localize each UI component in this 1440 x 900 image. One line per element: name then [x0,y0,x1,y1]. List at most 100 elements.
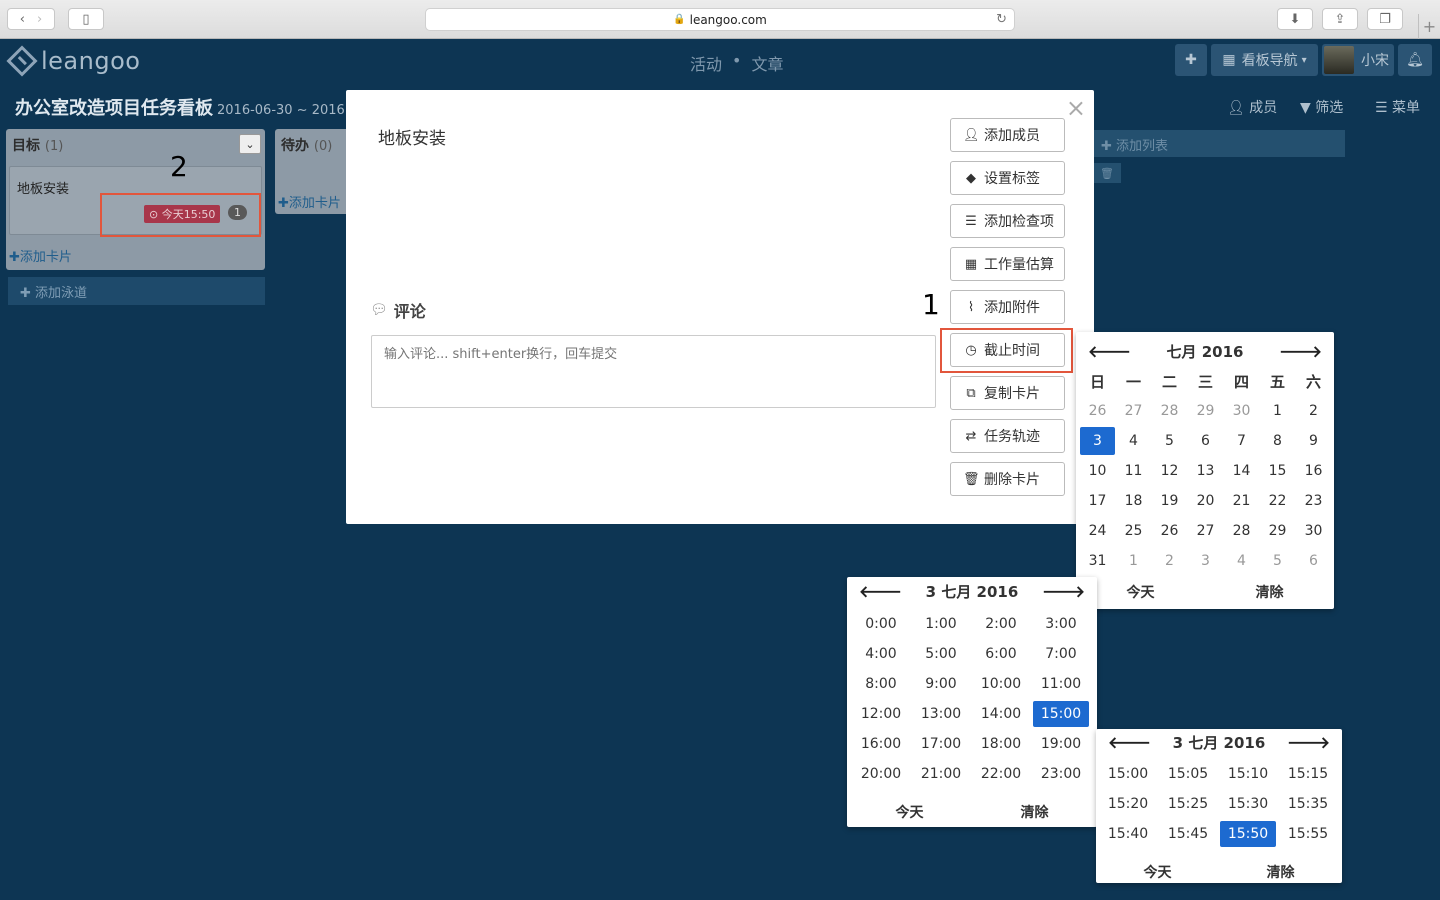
trash-icon[interactable]: 🗑︎ [1093,163,1121,183]
add-card-button[interactable]: ✚添加卡片 [9,246,72,265]
tabs-button[interactable]: ❐ [1367,8,1403,30]
day-cell[interactable]: 5 [1152,427,1187,455]
add-checklist-button[interactable]: ☰ 添加检查项 [950,204,1065,238]
add-list-button[interactable]: ✚ 添加列表 [1093,130,1345,157]
minute-cell[interactable]: 15:40 [1100,821,1156,847]
day-cell[interactable]: 6 [1188,427,1223,455]
add-lane-button[interactable]: ✚ 添加泳道 [8,277,265,305]
hour-cell[interactable]: 5:00 [913,641,969,667]
hour-cell[interactable]: 19:00 [1033,731,1089,757]
day-cell[interactable]: 17 [1080,487,1115,515]
add-attachment-button[interactable]: ⌇ 添加附件 [950,290,1065,324]
prev-day-icon[interactable]: 🡐 [859,581,902,601]
hour-cell[interactable]: 10:00 [973,671,1029,697]
minute-cell[interactable]: 15:55 [1280,821,1336,847]
hour-cell[interactable]: 2:00 [973,611,1029,637]
address-bar[interactable]: 🔒 leangoo.com ↻ [425,8,1015,31]
filter-button[interactable]: ▼ 筛选 [1300,97,1343,117]
minute-picker-title[interactable]: 3 七月 2016 [1173,732,1266,753]
prev-hour-icon[interactable]: 🡐 [1108,732,1151,752]
day-cell[interactable]: 27 [1116,397,1151,425]
day-cell[interactable]: 3 [1080,427,1115,455]
hour-cell[interactable]: 9:00 [913,671,969,697]
prev-month-icon[interactable]: 🡐 [1088,341,1131,361]
user-menu[interactable]: 小宋 [1322,44,1394,76]
notifications-button[interactable]: 🔔︎ [1398,44,1432,76]
day-cell[interactable]: 18 [1116,487,1151,515]
clear-button[interactable]: 清除 [1219,862,1342,882]
minute-cell[interactable]: 15:00 [1100,761,1156,787]
today-button[interactable]: 今天 [847,802,972,822]
task-track-button[interactable]: ⇄ 任务轨迹 [950,419,1065,453]
day-cell[interactable]: 16 [1296,457,1331,485]
day-cell[interactable]: 6 [1296,547,1331,575]
hour-picker-title[interactable]: 3 七月 2016 [926,581,1019,602]
next-month-icon[interactable]: 🡒 [1279,341,1322,361]
hour-cell[interactable]: 7:00 [1033,641,1089,667]
day-cell[interactable]: 28 [1224,517,1259,545]
day-cell[interactable]: 23 [1296,487,1331,515]
clear-button[interactable]: 清除 [1205,582,1334,602]
downloads-button[interactable]: ⬇ [1277,8,1313,30]
hour-cell[interactable]: 4:00 [853,641,909,667]
minute-cell[interactable]: 15:20 [1100,791,1156,817]
clear-button[interactable]: 清除 [972,802,1097,822]
next-hour-icon[interactable]: 🡒 [1287,732,1330,752]
day-cell[interactable]: 1 [1260,397,1295,425]
day-cell[interactable]: 8 [1260,427,1295,455]
day-cell[interactable]: 29 [1188,397,1223,425]
day-cell[interactable]: 31 [1080,547,1115,575]
menu-button[interactable]: ☰ 菜单 [1375,97,1420,117]
day-cell[interactable]: 21 [1224,487,1259,515]
hour-cell[interactable]: 22:00 [973,761,1029,787]
day-cell[interactable]: 24 [1080,517,1115,545]
share-button[interactable]: ⇪ [1322,8,1358,30]
day-cell[interactable]: 26 [1080,397,1115,425]
hour-cell[interactable]: 23:00 [1033,761,1089,787]
hour-cell[interactable]: 3:00 [1033,611,1089,637]
day-cell[interactable]: 7 [1224,427,1259,455]
nav-articles[interactable]: 文章 [751,51,783,75]
day-cell[interactable]: 11 [1116,457,1151,485]
date-picker-title[interactable]: 七月 2016 [1167,341,1244,362]
minute-cell[interactable]: 15:35 [1280,791,1336,817]
day-cell[interactable]: 28 [1152,397,1187,425]
day-cell[interactable]: 26 [1152,517,1187,545]
forward-icon[interactable]: › [37,12,42,27]
minute-cell[interactable]: 15:50 [1220,821,1276,847]
hour-cell[interactable]: 14:00 [973,701,1029,727]
minute-cell[interactable]: 15:15 [1280,761,1336,787]
day-cell[interactable]: 25 [1116,517,1151,545]
minute-cell[interactable]: 15:45 [1160,821,1216,847]
today-button[interactable]: 今天 [1096,862,1219,882]
reload-icon[interactable]: ↻ [996,12,1007,27]
hour-cell[interactable]: 0:00 [853,611,909,637]
logo[interactable]: leangoo [6,45,140,77]
back-forward-buttons[interactable]: ‹ › [7,8,55,30]
hour-cell[interactable]: 6:00 [973,641,1029,667]
day-cell[interactable]: 4 [1116,427,1151,455]
add-button[interactable]: ✚ [1175,44,1207,76]
hour-cell[interactable]: 18:00 [973,731,1029,757]
close-icon[interactable]: × [1066,94,1086,122]
hour-cell[interactable]: 20:00 [853,761,909,787]
minute-cell[interactable]: 15:30 [1220,791,1276,817]
day-cell[interactable]: 22 [1260,487,1295,515]
hour-cell[interactable]: 1:00 [913,611,969,637]
back-icon[interactable]: ‹ [20,12,25,27]
next-day-icon[interactable]: 🡒 [1042,581,1085,601]
sidebar-toggle-button[interactable]: ▯ [68,8,104,30]
day-cell[interactable]: 12 [1152,457,1187,485]
day-cell[interactable]: 15 [1260,457,1295,485]
day-cell[interactable]: 2 [1152,547,1187,575]
day-cell[interactable]: 20 [1188,487,1223,515]
hour-cell[interactable]: 16:00 [853,731,909,757]
day-cell[interactable]: 14 [1224,457,1259,485]
hour-cell[interactable]: 8:00 [853,671,909,697]
day-cell[interactable]: 3 [1188,547,1223,575]
minute-cell[interactable]: 15:25 [1160,791,1216,817]
day-cell[interactable]: 9 [1296,427,1331,455]
comment-input[interactable] [371,335,936,408]
day-cell[interactable]: 19 [1152,487,1187,515]
delete-card-button[interactable]: 🗑︎ 删除卡片 [950,462,1065,496]
